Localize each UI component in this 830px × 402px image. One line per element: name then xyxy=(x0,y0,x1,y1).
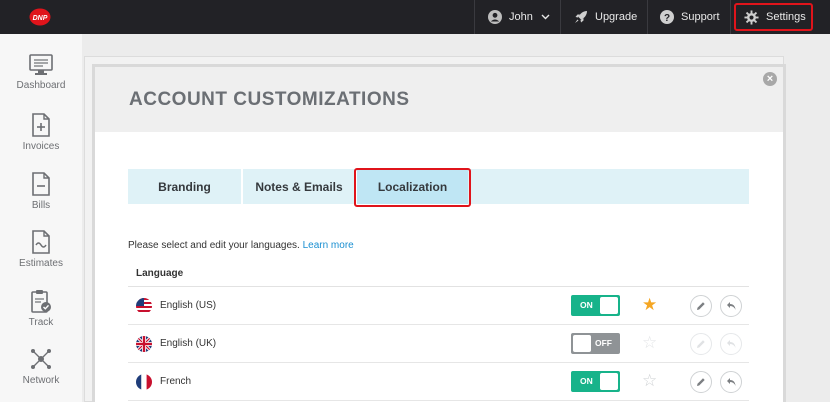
sidebar-item-label: Network xyxy=(22,375,60,386)
language-name: English (US) xyxy=(160,300,217,311)
language-name: French xyxy=(160,376,192,387)
tab-notes-emails[interactable]: Notes & Emails xyxy=(243,169,355,204)
estimate-icon xyxy=(32,230,50,254)
default-star-icon[interactable]: ☆ xyxy=(642,372,657,389)
sidebar-item-label: Track xyxy=(28,317,54,328)
svg-text:?: ? xyxy=(664,13,670,24)
learn-more-link[interactable]: Learn more xyxy=(303,240,354,251)
intro-label: Please select and edit your languages. xyxy=(128,240,300,251)
language-toggle[interactable]: ON xyxy=(571,295,620,316)
toggle-label: ON xyxy=(580,376,593,386)
svg-text:DNP: DNP xyxy=(33,15,48,22)
tab-branding[interactable]: Branding xyxy=(128,169,241,204)
default-star-icon[interactable]: ★ xyxy=(642,296,657,313)
sidebar-item-label: Estimates xyxy=(19,258,63,269)
chevron-down-icon xyxy=(541,14,550,20)
language-toggle[interactable]: ON xyxy=(571,371,620,392)
undo-arrow-icon xyxy=(726,340,735,348)
network-icon xyxy=(31,349,51,369)
edit-button xyxy=(690,333,712,355)
toggle-label: ON xyxy=(580,300,593,310)
pencil-icon xyxy=(697,378,705,386)
language-row: English (US) ON ★ xyxy=(128,287,749,325)
monitor-icon xyxy=(29,54,53,75)
clipboard-check-icon xyxy=(31,290,51,313)
default-star-icon: ☆ xyxy=(642,333,658,352)
invoice-icon xyxy=(32,113,50,137)
language-row: English (UK) OFF ☆ xyxy=(128,325,749,363)
sidebar-item-invoices[interactable]: Invoices xyxy=(0,113,82,152)
intro-text: Please select and edit your languages. L… xyxy=(128,240,354,251)
edit-button[interactable] xyxy=(690,295,712,317)
uk-flag-icon xyxy=(136,336,152,352)
modal-header: ACCOUNT CUSTOMIZATIONS xyxy=(95,67,783,132)
user-avatar-icon xyxy=(488,10,502,24)
pencil-icon xyxy=(697,340,705,348)
revert-button[interactable] xyxy=(720,371,742,393)
support-button[interactable]: ? Support xyxy=(660,0,720,34)
close-icon[interactable]: × xyxy=(763,72,777,86)
edit-button[interactable] xyxy=(690,371,712,393)
language-toggle[interactable]: OFF xyxy=(571,333,620,354)
upgrade-label: Upgrade xyxy=(595,11,638,23)
top-nav-bar: DNP John Upgrade ? Support Settings xyxy=(0,0,830,34)
revert-button xyxy=(720,333,742,355)
pencil-icon xyxy=(697,302,705,310)
app-logo[interactable]: DNP xyxy=(29,8,51,26)
sidebar-item-network[interactable]: Network xyxy=(0,347,82,386)
sidebar-item-track[interactable]: Track xyxy=(0,289,82,328)
language-name: English (UK) xyxy=(160,338,217,349)
help-circle-icon: ? xyxy=(660,10,674,24)
language-column-header: Language xyxy=(136,268,184,279)
modal-title: ACCOUNT CUSTOMIZATIONS xyxy=(129,89,410,110)
settings-highlight-box xyxy=(734,3,813,31)
user-menu[interactable]: John xyxy=(488,0,550,34)
sidebar-item-bills[interactable]: Bills xyxy=(0,172,82,211)
us-flag-icon xyxy=(136,298,152,314)
undo-arrow-icon xyxy=(726,378,735,386)
toggle-label: OFF xyxy=(595,338,612,348)
localization-tab-highlight-box xyxy=(354,168,471,207)
rocket-icon xyxy=(575,11,587,23)
bill-icon xyxy=(32,172,50,196)
sidebar-item-estimates[interactable]: Estimates xyxy=(0,230,82,269)
sidebar-item-label: Invoices xyxy=(22,141,60,152)
fr-flag-icon xyxy=(136,374,152,390)
undo-arrow-icon xyxy=(726,302,735,310)
language-row: French ON ☆ xyxy=(128,363,749,401)
sidebar-item-dashboard[interactable]: Dashboard xyxy=(0,54,82,91)
revert-button[interactable] xyxy=(720,295,742,317)
upgrade-button[interactable]: Upgrade xyxy=(574,0,637,34)
user-name: John xyxy=(509,11,533,23)
sidebar: Dashboard Invoices Bills Estimates Track… xyxy=(0,34,82,402)
sidebar-item-label: Bills xyxy=(31,200,51,211)
sidebar-item-label: Dashboard xyxy=(16,80,66,91)
support-label: Support xyxy=(681,11,720,23)
